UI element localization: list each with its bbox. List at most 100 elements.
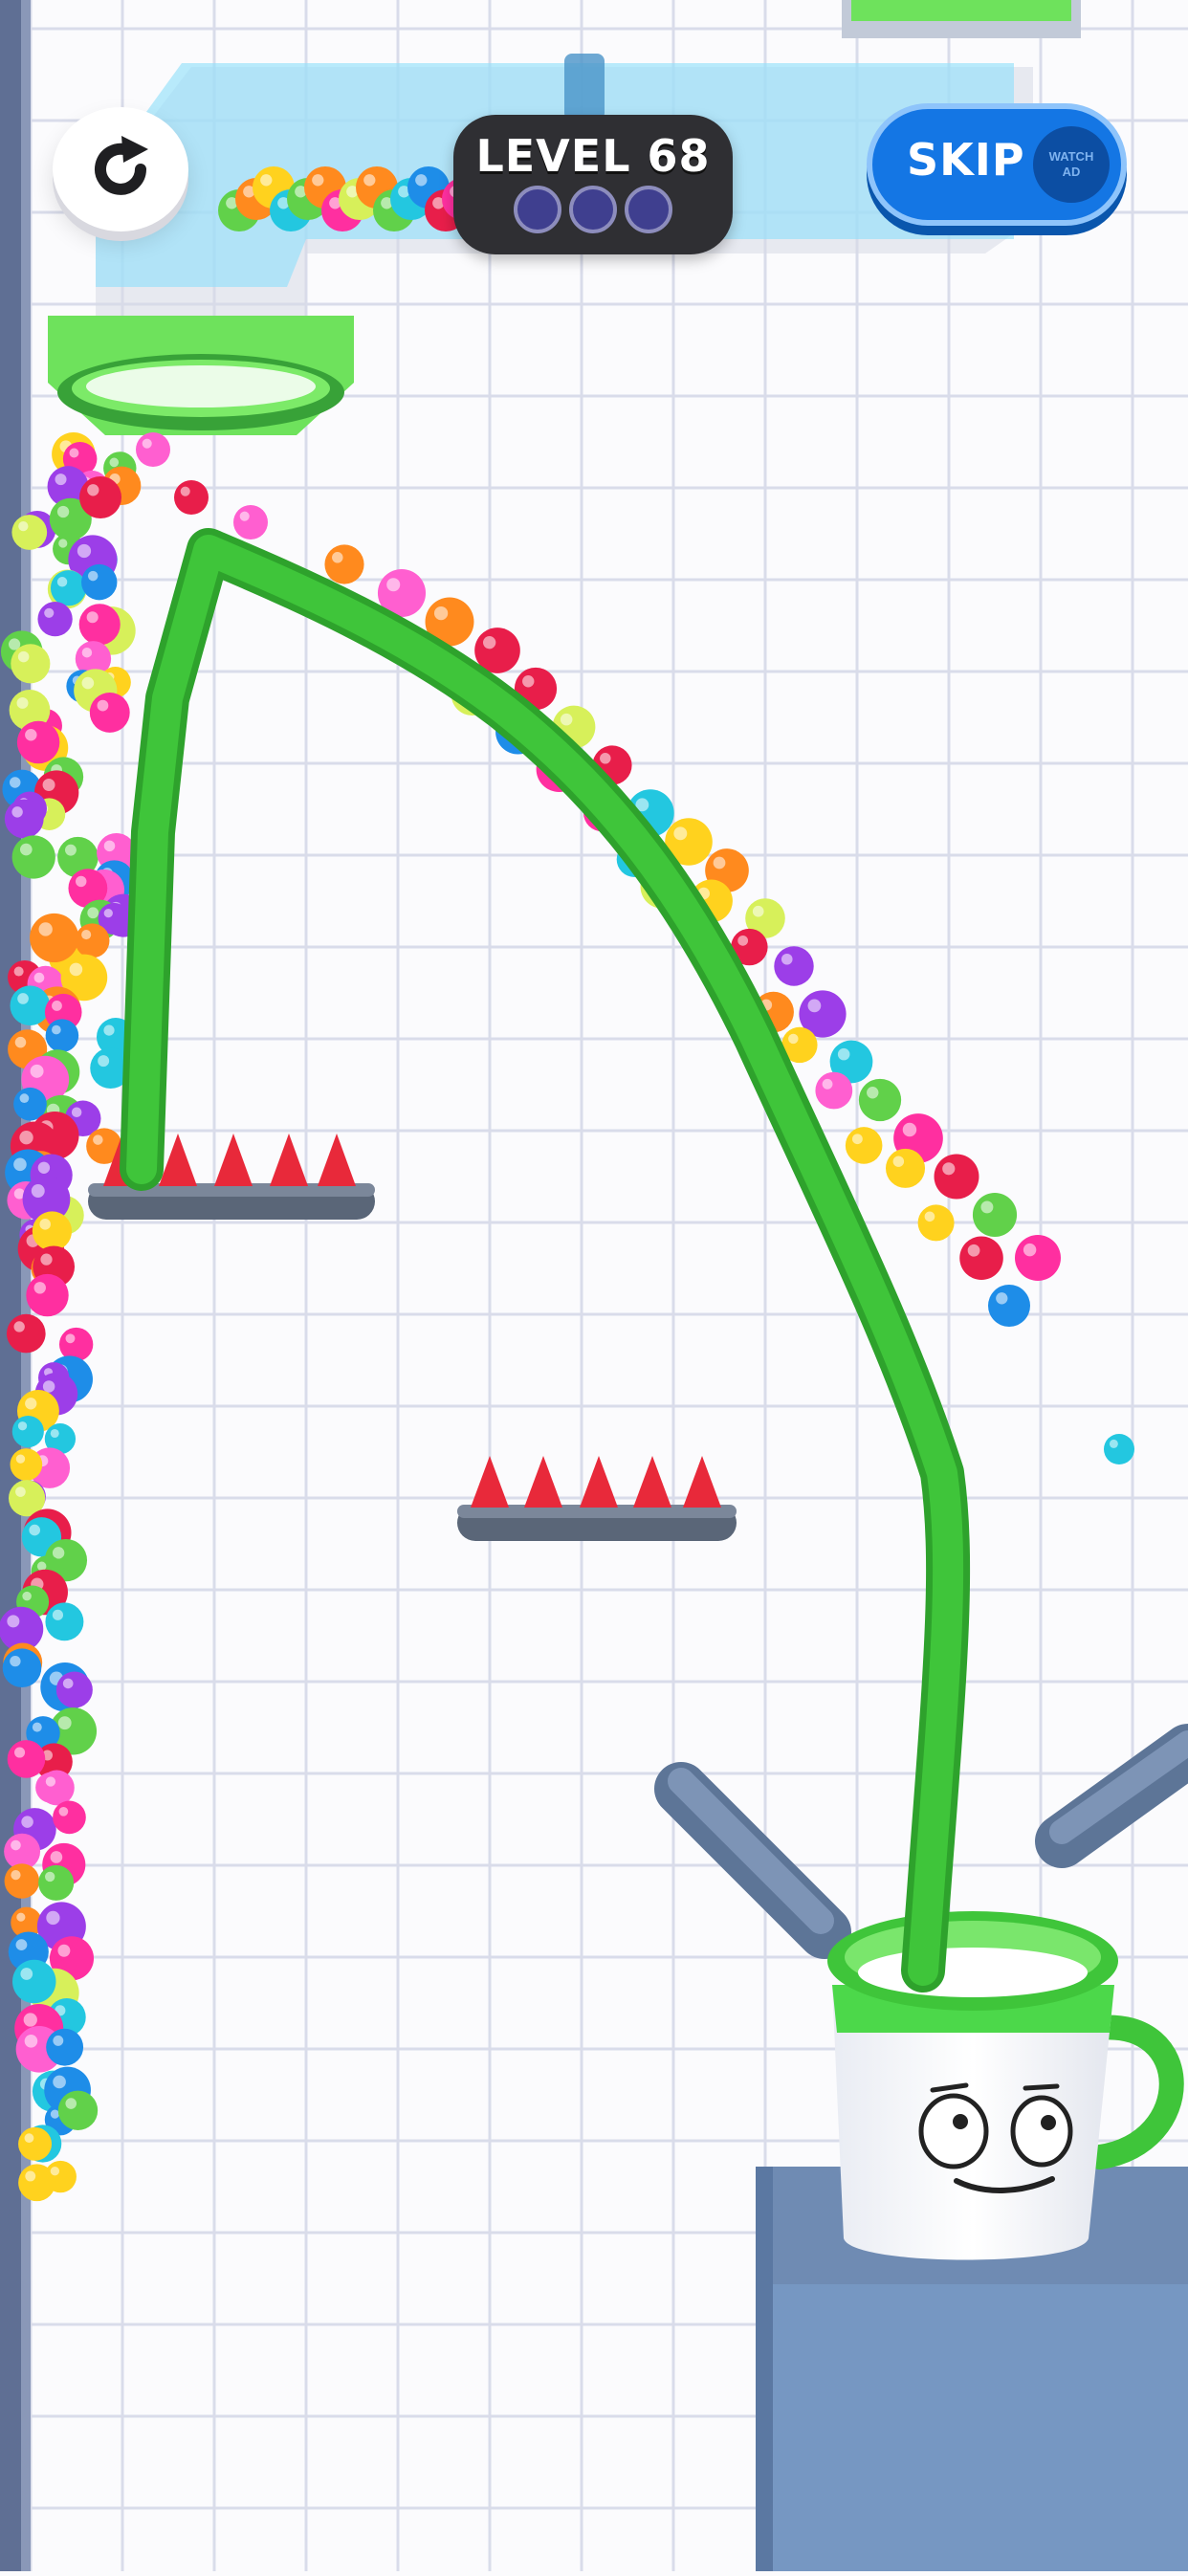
- ball-highlight: [415, 174, 428, 187]
- ball: [58, 1327, 94, 1362]
- ball: [774, 946, 814, 986]
- ball: [1015, 1235, 1061, 1281]
- ball-highlight: [752, 905, 764, 917]
- ball: [32, 1211, 73, 1251]
- ball-highlight: [62, 1678, 74, 1689]
- ball: [6, 1313, 46, 1354]
- ball-highlight: [33, 972, 45, 983]
- ball-highlight: [31, 1184, 45, 1198]
- ball-highlight: [18, 520, 29, 532]
- ball-highlight: [81, 647, 93, 658]
- ball-highlight: [386, 578, 401, 592]
- ball-highlight: [23, 2013, 37, 2027]
- ball-highlight: [942, 1162, 956, 1176]
- ball-highlight: [56, 505, 70, 518]
- watch-ad-line1: WATCH: [1048, 149, 1094, 164]
- ball-highlight: [52, 1001, 62, 1011]
- ball-highlight: [239, 511, 250, 521]
- ball: [55, 1671, 93, 1708]
- ball: [12, 1959, 56, 2004]
- ball-highlight: [996, 1292, 1008, 1305]
- ball-highlight: [13, 1321, 25, 1332]
- ball-highlight: [87, 570, 99, 582]
- ball: [10, 985, 51, 1026]
- ball-highlight: [65, 2098, 77, 2109]
- ball-highlight: [15, 1939, 28, 1951]
- ball: [57, 2090, 99, 2130]
- ball-highlight: [17, 993, 29, 1004]
- ball: [38, 1864, 75, 1901]
- ball-highlight: [57, 1944, 71, 1957]
- ball-highlight: [81, 676, 95, 690]
- ball-highlight: [600, 753, 611, 764]
- ball-highlight: [52, 1547, 65, 1559]
- ball: [38, 1770, 75, 1806]
- ball: [2, 1648, 42, 1688]
- ball-highlight: [15, 1454, 26, 1464]
- level-label: LEVEL 68: [475, 130, 711, 182]
- ball-highlight: [103, 909, 113, 918]
- ball: [26, 1273, 69, 1317]
- ball-highlight: [11, 806, 23, 818]
- ball-highlight: [103, 1024, 115, 1036]
- ball-highlight: [781, 953, 793, 965]
- green-funnel: [48, 316, 354, 435]
- ball-highlight: [1109, 1439, 1118, 1448]
- ball: [81, 563, 118, 601]
- ball-highlight: [737, 935, 749, 946]
- ball-highlight: [13, 1157, 27, 1172]
- ball-highlight: [55, 473, 67, 486]
- ball-highlight: [22, 1591, 32, 1601]
- ball: [845, 1127, 883, 1164]
- ball-highlight: [980, 1200, 994, 1214]
- ball-highlight: [15, 1486, 26, 1497]
- ball-highlight: [17, 650, 30, 663]
- ball-highlight: [109, 457, 120, 468]
- ball-highlight: [902, 1122, 917, 1137]
- ball-highlight: [10, 777, 21, 788]
- ball-highlight: [65, 1333, 76, 1344]
- ball-highlight: [52, 1024, 61, 1035]
- skip-label: SKIP: [907, 134, 1025, 186]
- progress-dot: [514, 186, 561, 233]
- ball-highlight: [42, 779, 55, 791]
- ball-highlight: [50, 1428, 59, 1439]
- ball-highlight: [1023, 1243, 1037, 1257]
- ball-highlight: [30, 1064, 44, 1078]
- ball-highlight: [867, 1087, 879, 1099]
- ball-highlight: [46, 1910, 60, 1926]
- restart-button[interactable]: [53, 107, 188, 231]
- right-deflector-bar: [1035, 1724, 1188, 1868]
- ball: [815, 1071, 853, 1110]
- ball-highlight: [69, 962, 83, 977]
- watch-ad-badge: WATCH AD: [1033, 126, 1110, 203]
- ball-highlight: [58, 1806, 69, 1816]
- ball: [45, 1602, 84, 1641]
- ball: [174, 480, 209, 515]
- ball: [89, 692, 130, 733]
- ball-highlight: [560, 713, 573, 726]
- ball: [988, 1285, 1030, 1327]
- ball-highlight: [93, 1134, 103, 1145]
- ball-highlight: [44, 1871, 55, 1882]
- ball: [11, 515, 48, 550]
- ball-highlight: [11, 1869, 21, 1881]
- game-stage[interactable]: LEVEL 68 SKIP WATCH AD: [0, 0, 1188, 2571]
- skip-button[interactable]: SKIP WATCH AD: [867, 103, 1127, 226]
- ball-highlight: [892, 1156, 905, 1167]
- ball-highlight: [332, 552, 343, 563]
- game-scene[interactable]: [0, 0, 1188, 2571]
- ball: [136, 432, 170, 467]
- ball: [45, 1019, 79, 1052]
- ball-highlight: [16, 1912, 26, 1922]
- ball: [11, 835, 55, 879]
- ball-highlight: [967, 1244, 980, 1257]
- ball-highlight: [76, 875, 87, 888]
- ball: [858, 1078, 902, 1122]
- ball: [53, 1800, 86, 1835]
- ball-highlight: [312, 174, 324, 187]
- ball-highlight: [25, 1398, 37, 1410]
- restart-icon: [95, 136, 148, 195]
- ball-highlight: [98, 1055, 110, 1068]
- ball-highlight: [69, 448, 79, 458]
